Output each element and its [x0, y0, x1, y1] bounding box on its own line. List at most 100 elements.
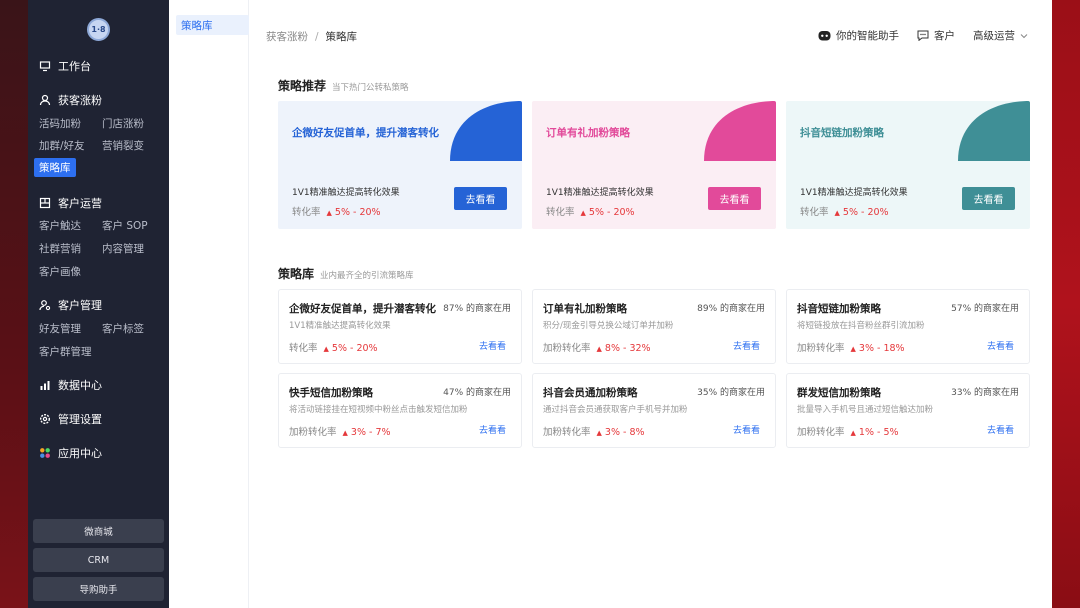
strategy-card[interactable]: 企微好友促首单，提升潜客转化 87% 的商家在用 1V1精准触达提高转化效果 转…	[278, 289, 522, 364]
go-see-link[interactable]: 去看看	[479, 423, 506, 436]
sidebar-item-store[interactable]: 门店涨粉	[102, 116, 144, 131]
nav-workbench[interactable]: 工作台	[39, 58, 91, 74]
arrow-up-icon: ▲	[850, 429, 856, 437]
assistant-label: 你的智能助手	[836, 30, 899, 42]
breadcrumb-parent[interactable]: 获客涨粉	[266, 31, 308, 43]
sidebar-item-friends[interactable]: 好友管理	[39, 321, 81, 336]
rate-label: 加粉转化率	[289, 427, 337, 438]
sidebar-item-fission[interactable]: 营销裂变	[102, 138, 144, 153]
sidebar-item-content[interactable]: 内容管理	[102, 241, 144, 256]
sidebar-item-community[interactable]: 社群营销	[39, 241, 81, 256]
go-see-link[interactable]: 去看看	[479, 339, 506, 352]
sidebar-item-strategy[interactable]: 策略库	[34, 158, 76, 177]
apps-icon	[40, 448, 50, 458]
customer-button[interactable]: 客户	[917, 28, 955, 43]
arrow-up-icon: ▲	[580, 209, 586, 217]
strategy-card-rate: 加粉转化率 ▲ 8% - 32%	[543, 340, 651, 354]
assistant-button[interactable]: 你的智能助手	[818, 28, 899, 43]
recommend-card-rate: 转化率 ▲ 5% - 20%	[546, 204, 635, 218]
nav-settings[interactable]: 管理设置	[39, 411, 102, 427]
nav-data-center[interactable]: 数据中心	[39, 377, 102, 393]
rate-label: 加粉转化率	[543, 427, 591, 438]
strategy-card-usage: 35% 的商家在用	[697, 388, 765, 398]
customer-label: 客户	[934, 30, 955, 42]
sidebar-item-group-friend[interactable]: 加群/好友	[39, 138, 85, 153]
recommend-card[interactable]: 订单有礼加粉策略 1V1精准触达提高转化效果 转化率 ▲ 5% - 20% 去看看	[532, 101, 776, 229]
recommend-card-title: 订单有礼加粉策略	[546, 127, 630, 139]
strategy-card-desc: 积分/现金引导兑换公域订单并加粉	[543, 321, 674, 331]
sidebar-item-groups[interactable]: 客户群管理	[39, 344, 92, 359]
strategy-card-usage: 33% 的商家在用	[951, 388, 1019, 398]
header-actions: 你的智能助手 客户 高级运营	[818, 28, 1028, 43]
rate-value: 1% - 5%	[858, 427, 899, 438]
arrow-up-icon: ▲	[834, 209, 840, 217]
arrow-up-icon: ▲	[342, 429, 348, 437]
strategy-card[interactable]: 抖音短链加粉策略 57% 的商家在用 将短链投放在抖音粉丝群引流加粉 加粉转化率…	[786, 289, 1030, 364]
library-subtitle: 业内最齐全的引流策略库	[320, 271, 414, 281]
secondary-menu-item-strategy[interactable]: 策略库	[176, 15, 249, 35]
topbar: 获客涨粉 / 策略库 你的智能助手 客户 高级运营	[249, 0, 1052, 70]
strategy-card[interactable]: 订单有礼加粉策略 89% 的商家在用 积分/现金引导兑换公域订单并加粉 加粉转化…	[532, 289, 776, 364]
recommend-subtitle: 当下热门公转私策略	[332, 83, 409, 93]
rate-value: 5% - 20%	[334, 207, 381, 218]
strategy-card-title: 快手短信加粉策略	[289, 387, 373, 399]
recommend-card[interactable]: 企微好友促首单，提升潜客转化 1V1精准触达提高转化效果 转化率 ▲ 5% - 20…	[278, 101, 522, 229]
guide-assistant-button[interactable]: 导购助手	[33, 577, 164, 601]
strategy-card[interactable]: 快手短信加粉策略 47% 的商家在用 将活动链接挂在短视频中粉丝点击触发短信加粉…	[278, 373, 522, 448]
robot-icon	[818, 31, 831, 41]
go-see-link[interactable]: 去看看	[987, 339, 1014, 352]
strategy-card-title: 企微好友促首单，提升潜客转化	[289, 303, 436, 315]
gear-icon	[39, 413, 51, 425]
crm-button[interactable]: CRM	[33, 548, 164, 572]
strategy-card-usage: 89% 的商家在用	[697, 304, 765, 314]
strategy-card-usage: 87% 的商家在用	[443, 304, 511, 314]
nav-group-operation[interactable]: 客户运营	[39, 195, 102, 211]
sidebar-item-tags[interactable]: 客户标签	[102, 321, 144, 336]
workbench-icon	[39, 61, 51, 72]
strategy-card-usage: 47% 的商家在用	[443, 388, 511, 398]
sidebar-item-qrcode[interactable]: 活码加粉	[39, 116, 81, 131]
strategy-card-rate: 转化率 ▲ 5% - 20%	[289, 340, 378, 354]
app-window: 1·8 工作台 获客涨粉 活码加粉 门店涨粉 加群/好友 营销裂变 策略库 客户…	[28, 0, 1052, 608]
go-see-link[interactable]: 去看看	[987, 423, 1014, 436]
nav-group-label: 客户运营	[58, 197, 102, 210]
breadcrumb: 获客涨粉 / 策略库	[266, 29, 357, 44]
nav-group-label: 客户管理	[58, 299, 102, 312]
background-right	[1052, 0, 1080, 608]
library-section-title: 策略库 业内最齐全的引流策略库	[278, 265, 414, 282]
sidebar-item-portrait[interactable]: 客户画像	[39, 264, 81, 279]
go-see-link[interactable]: 去看看	[733, 423, 760, 436]
nav-apps[interactable]: 应用中心	[39, 445, 102, 461]
go-see-button[interactable]: 去看看	[962, 187, 1015, 210]
nav-group-customer[interactable]: 客户管理	[39, 297, 102, 313]
nav-group-acquire[interactable]: 获客涨粉	[39, 92, 102, 108]
ops-dropdown[interactable]: 高级运营	[973, 28, 1028, 43]
strategy-card-usage: 57% 的商家在用	[951, 304, 1019, 314]
arrow-up-icon: ▲	[323, 345, 329, 353]
decor-shape	[958, 101, 1030, 161]
strategy-card-desc: 将短链投放在抖音粉丝群引流加粉	[797, 321, 925, 331]
arrow-up-icon: ▲	[596, 429, 602, 437]
strategy-card-rate: 加粉转化率 ▲ 3% - 8%	[543, 424, 645, 438]
decor-shape	[704, 101, 776, 161]
chevron-down-icon	[1020, 33, 1028, 38]
go-see-link[interactable]: 去看看	[733, 339, 760, 352]
strategy-card[interactable]: 抖音会员通加粉策略 35% 的商家在用 通过抖音会员通获取客户手机号并加粉 加粉…	[532, 373, 776, 448]
rate-label: 加粉转化率	[543, 343, 591, 354]
strategy-card-desc: 通过抖音会员通获取客户手机号并加粉	[543, 405, 688, 415]
sidebar-item-sop[interactable]: 客户 SOP	[102, 218, 148, 233]
strategy-card-rate: 加粉转化率 ▲ 3% - 18%	[797, 340, 905, 354]
rate-value: 8% - 32%	[604, 343, 651, 354]
arrow-up-icon: ▲	[326, 209, 332, 217]
recommend-card-desc: 1V1精准触达提高转化效果	[292, 188, 400, 198]
go-see-button[interactable]: 去看看	[708, 187, 761, 210]
strategy-card-title: 抖音短链加粉策略	[797, 303, 881, 315]
strategy-card[interactable]: 群发短信加粉策略 33% 的商家在用 批量导入手机号且通过短信触达加粉 加粉转化…	[786, 373, 1030, 448]
arrow-up-icon: ▲	[850, 345, 856, 353]
sidebar-item-reach[interactable]: 客户触达	[39, 218, 81, 233]
recommend-card[interactable]: 抖音短链加粉策略 1V1精准触达提高转化效果 转化率 ▲ 5% - 20% 去看看	[786, 101, 1030, 229]
go-see-button[interactable]: 去看看	[454, 187, 507, 210]
main-content: 获客涨粉 / 策略库 你的智能助手 客户 高级运营 策略推荐当下热门公转私策略	[249, 0, 1052, 608]
recommend-card-desc: 1V1精准触达提高转化效果	[546, 188, 654, 198]
mall-button[interactable]: 微商城	[33, 519, 164, 543]
